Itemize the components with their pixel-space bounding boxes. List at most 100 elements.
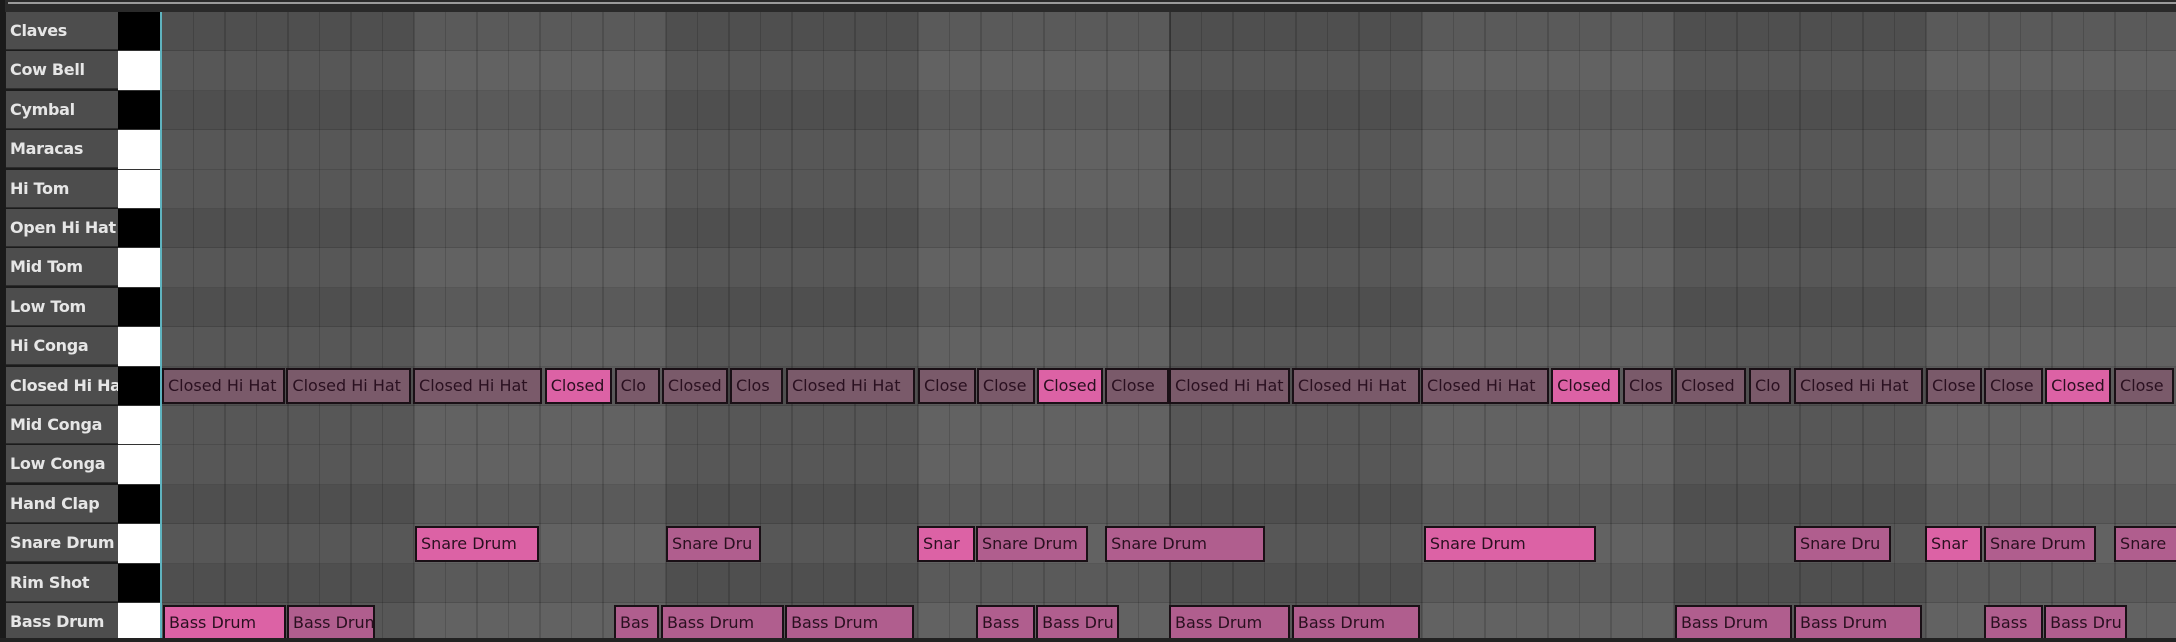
midi-note[interactable]: Snare Dru [1794, 525, 1892, 562]
midi-note[interactable]: Close [1926, 368, 1983, 405]
beat-line [224, 12, 226, 642]
midi-note[interactable]: Closed Hi Hat [1794, 368, 1924, 405]
piano-key-white[interactable] [118, 603, 160, 642]
piano-key-white[interactable] [118, 327, 160, 367]
midi-note[interactable]: Closed [1037, 368, 1104, 405]
midi-note[interactable]: Bass Drum [1291, 604, 1420, 641]
drum-pad-label[interactable]: Low Tom [6, 287, 118, 326]
drum-pad-label[interactable]: Snare Drum [6, 524, 118, 563]
midi-note[interactable]: Bass Dru [2044, 604, 2127, 641]
midi-note[interactable]: Closed [544, 368, 613, 405]
midi-note[interactable]: Snare Drum [1423, 525, 1596, 562]
midi-note[interactable]: Closed Hi Hat [1421, 368, 1549, 405]
midi-note[interactable]: Closed Hi Hat [1169, 368, 1290, 405]
piano-key-black[interactable] [118, 12, 160, 52]
drum-pad-label[interactable]: Claves [6, 12, 118, 50]
midi-note[interactable]: Clos [1622, 368, 1674, 405]
midi-note[interactable]: Snare [2114, 525, 2176, 562]
drum-pad-label[interactable]: Bass Drum [6, 603, 118, 641]
piano-key-white[interactable] [118, 169, 160, 209]
beat-line [1610, 12, 1612, 642]
midi-note[interactable]: Snare Drum [414, 525, 540, 562]
piano-key-white[interactable] [118, 524, 160, 564]
midi-note[interactable]: Bass Dru [1036, 604, 1119, 641]
midi-note[interactable]: Bass [975, 604, 1035, 641]
midi-note[interactable]: Close [918, 368, 976, 405]
piano-key-white[interactable] [118, 406, 160, 446]
beat-line [1767, 12, 1770, 642]
beat-line [287, 12, 289, 642]
midi-note[interactable]: Close [976, 368, 1035, 405]
midi-note[interactable]: Closed [661, 368, 729, 405]
beat-line [1673, 12, 1675, 642]
top-bar-highlight [8, 2, 2176, 4]
drum-pad-label[interactable]: Mid Tom [6, 248, 118, 287]
midi-note[interactable]: Bass Drum [1674, 604, 1792, 641]
piano-key-black[interactable] [118, 484, 160, 525]
piano-key-black[interactable] [118, 366, 160, 406]
midi-note[interactable]: Snar [917, 525, 975, 562]
top-bar [0, 0, 2176, 12]
midi-note[interactable]: Bass Drum [287, 604, 375, 641]
midi-note[interactable]: Closed [1551, 368, 1621, 405]
piano-key-white[interactable] [118, 130, 160, 170]
midi-note[interactable]: Snar [1925, 525, 1983, 562]
midi-note[interactable]: Bas [614, 604, 660, 641]
midi-note[interactable]: Close [2114, 368, 2174, 405]
drum-pad-label[interactable]: Hi Conga [6, 327, 118, 366]
drum-pad-label[interactable]: Hi Tom [6, 169, 118, 208]
note-grid[interactable]: Closed Hi Hat Closed Hi Hat Closed Hi Hat C… [162, 12, 2176, 642]
drum-pad-label[interactable]: Closed Hi Hat [6, 366, 128, 405]
beat-line [1358, 12, 1360, 642]
beat-line [1704, 12, 1707, 642]
piano-key-black[interactable] [118, 287, 160, 328]
beat-line [570, 12, 573, 642]
midi-note[interactable]: Closed Hi Hat [413, 368, 543, 405]
drum-pad-label[interactable]: Cymbal [6, 90, 118, 129]
beat-line [1736, 12, 1738, 642]
piano-key-white[interactable] [118, 51, 160, 91]
drum-pad-label[interactable]: Mid Conga [6, 406, 118, 444]
piano-key-white[interactable] [118, 445, 160, 485]
midi-note[interactable]: Clos [729, 368, 784, 405]
drum-pad-label[interactable]: Open Hi Hat [6, 209, 118, 247]
piano-key-black[interactable] [118, 90, 160, 131]
midi-note[interactable]: Snare Drum [975, 525, 1089, 562]
piano-key-black[interactable] [118, 209, 160, 249]
beat-line [822, 12, 825, 642]
drum-pad-label[interactable]: Low Conga [6, 445, 118, 484]
midi-note[interactable]: Closed [2045, 368, 2112, 405]
midi-note[interactable]: Clo [614, 368, 661, 405]
midi-note[interactable]: Close [1105, 368, 1170, 405]
piano-key-black[interactable] [118, 563, 160, 603]
beat-line [791, 12, 793, 642]
midi-note[interactable]: Bass Drum [162, 604, 286, 641]
midi-note[interactable]: Closed Hi Hat [286, 368, 411, 405]
midi-note[interactable]: Snare Dru [666, 525, 761, 562]
midi-note[interactable]: Bass Drum [1169, 604, 1290, 641]
midi-note[interactable]: Snare Drum [1983, 525, 2097, 562]
midi-note[interactable]: Closed Hi Hat [786, 368, 916, 405]
drum-pad-label[interactable]: Maracas [6, 130, 118, 169]
drum-pad-label[interactable]: Cow Bell [6, 51, 118, 90]
beat-line [318, 12, 321, 642]
midi-note[interactable]: Clo [1748, 368, 1791, 405]
midi-note[interactable]: Bass Drum [785, 604, 915, 641]
midi-note[interactable]: Closed Hi Hat [1291, 368, 1420, 405]
beat-line [633, 12, 636, 642]
midi-note[interactable]: Closed [1674, 368, 1746, 405]
midi-note[interactable]: Snare Drum [1105, 525, 1266, 562]
beat-line [539, 12, 541, 642]
beat-line [1421, 12, 1423, 642]
midi-note[interactable]: Closed Hi Hat [162, 368, 285, 405]
drum-pad-label[interactable]: Hand Clap [6, 484, 118, 523]
midi-note[interactable]: Close [1983, 368, 2043, 405]
piano-key-white[interactable] [118, 248, 160, 288]
midi-note[interactable]: Bass Drum [660, 604, 784, 641]
drum-pad-label[interactable]: Rim Shot [6, 563, 118, 602]
left-edge [0, 0, 5, 642]
beat-line [1893, 12, 1896, 642]
beat-line [192, 12, 195, 642]
midi-note[interactable]: Bass Drum [1794, 604, 1922, 641]
midi-note[interactable]: Bass [1983, 604, 2043, 641]
